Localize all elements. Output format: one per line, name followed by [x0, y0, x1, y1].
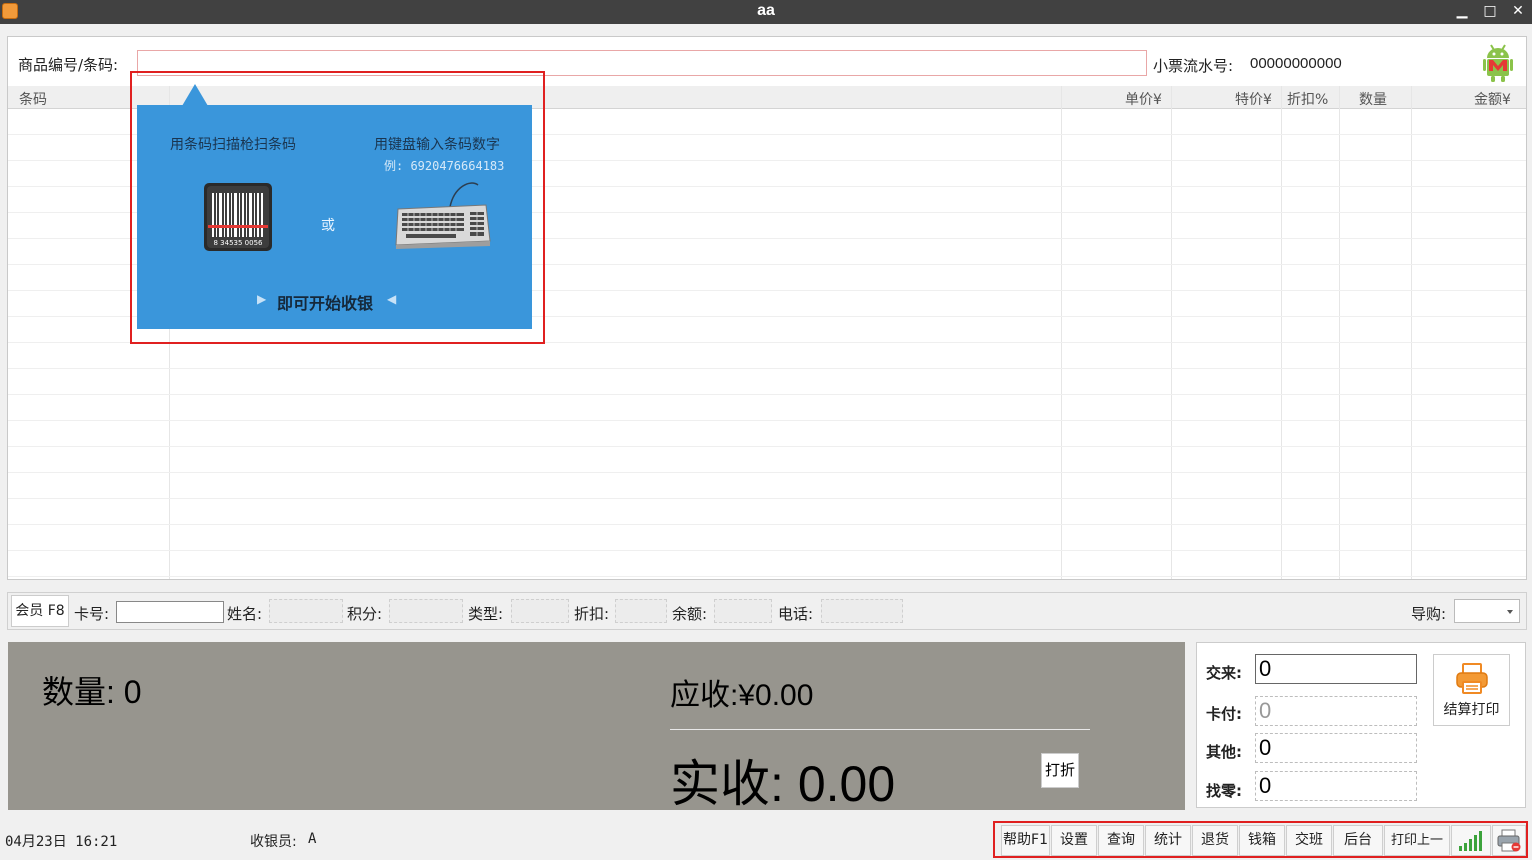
- sales-guide-select[interactable]: [1454, 599, 1520, 623]
- name-label: 姓名:: [227, 605, 263, 623]
- statistics-button[interactable]: 统计: [1145, 825, 1191, 856]
- printer-status-button[interactable]: [1492, 825, 1526, 856]
- change-label: 找零:: [1206, 782, 1242, 800]
- type-field: [511, 599, 569, 623]
- settle-print-button[interactable]: 结算打印: [1433, 654, 1510, 726]
- cashier-name: A: [308, 831, 317, 847]
- card-number-input[interactable]: [116, 601, 224, 623]
- quantity-display: 数量: 0: [42, 674, 142, 710]
- row-line: [8, 498, 1526, 499]
- type-label: 类型:: [468, 605, 504, 623]
- phone-field: [821, 599, 903, 623]
- phone-label: 电话:: [778, 605, 814, 623]
- tendered-input[interactable]: 0: [1255, 654, 1417, 684]
- signal-button[interactable]: [1451, 825, 1491, 856]
- totals-panel: 数量: 0 应收:¥0.00 实收: 0.00 打折: [8, 642, 1185, 812]
- change-field: 0: [1255, 771, 1417, 801]
- payment-panel: 交来: 0 卡付: 0 其他: 0 找零: 0 结算打印: [1196, 642, 1526, 808]
- row-line: [8, 524, 1526, 525]
- other-pay-field[interactable]: 0: [1255, 733, 1417, 763]
- function-toolbar: 帮助F1 设置 查询 统计 退货 钱箱 交班 后台 打印上一单: [993, 821, 1528, 858]
- card-number-label: 卡号:: [74, 605, 110, 623]
- cashier-label: 收银员:: [250, 834, 297, 850]
- points-label: 积分:: [347, 605, 383, 623]
- amount-received-value: 0.00: [797, 756, 896, 812]
- column-discount[interactable]: 折扣%: [1287, 89, 1328, 109]
- column-unit-price[interactable]: 单价¥: [1125, 89, 1162, 109]
- column-special-price[interactable]: 特价¥: [1235, 89, 1272, 109]
- row-line: [8, 446, 1526, 447]
- balance-field: [714, 599, 772, 623]
- column-barcode[interactable]: 条码: [19, 89, 47, 109]
- receipt-number-label: 小票流水号:: [1153, 57, 1234, 75]
- signal-bars-icon: [1459, 831, 1482, 851]
- row-line: [8, 368, 1526, 369]
- tendered-label: 交来:: [1206, 664, 1242, 682]
- balance-label: 余额:: [672, 605, 708, 623]
- amount-received-display: 实收: 0.00: [670, 756, 896, 812]
- row-line: [8, 472, 1526, 473]
- date-time: 04月23日 16:21: [5, 834, 118, 850]
- query-button[interactable]: 查询: [1098, 825, 1144, 856]
- settle-print-label: 结算打印: [1443, 702, 1500, 718]
- discount-button[interactable]: 打折: [1041, 753, 1079, 788]
- shift-change-button[interactable]: 交班: [1286, 825, 1332, 856]
- row-line: [8, 420, 1526, 421]
- reprint-last-button[interactable]: 打印上一单: [1384, 825, 1450, 856]
- column-quantity[interactable]: 数量: [1359, 89, 1387, 109]
- sales-guide-label: 导购:: [1411, 605, 1447, 623]
- cashbox-button[interactable]: 钱箱: [1239, 825, 1285, 856]
- title-bar: aa ▁ □ ✕: [0, 0, 1532, 24]
- close-button[interactable]: ✕: [1505, 0, 1531, 24]
- column-amount[interactable]: 金额¥: [1474, 89, 1511, 109]
- android-m-logo-icon: [1483, 44, 1513, 82]
- product-code-label: 商品编号/条码:: [18, 56, 119, 74]
- points-field: [389, 599, 463, 623]
- backend-button[interactable]: 后台: [1333, 825, 1383, 856]
- quantity-value: 0: [123, 674, 142, 710]
- printer-icon: [1456, 663, 1488, 694]
- name-field: [269, 599, 343, 623]
- settings-button[interactable]: 设置: [1051, 825, 1097, 856]
- help-button[interactable]: 帮助F1: [1001, 825, 1050, 856]
- minimize-button[interactable]: ▁: [1449, 0, 1475, 24]
- member-discount-label: 折扣:: [574, 605, 610, 623]
- row-line: [8, 576, 1526, 577]
- member-bar: 会员 F8 卡号: 姓名: 积分: 类型: 折扣: 余额: 电话: 导购:: [7, 592, 1527, 630]
- card-pay-label: 卡付:: [1206, 705, 1242, 723]
- row-line: [8, 550, 1526, 551]
- returns-button[interactable]: 退货: [1192, 825, 1238, 856]
- printer-status-icon: [1497, 829, 1521, 852]
- other-pay-label: 其他:: [1206, 743, 1242, 761]
- member-discount-field: [615, 599, 667, 623]
- totals-divider: [670, 729, 1090, 730]
- guide-highlight-frame: [130, 71, 545, 344]
- receipt-number: 00000000000: [1250, 55, 1342, 72]
- window-title: aa: [757, 2, 775, 19]
- amount-due-value: ¥0.00: [738, 679, 814, 712]
- card-pay-field: 0: [1255, 696, 1417, 726]
- row-line: [8, 394, 1526, 395]
- amount-due-display: 应收:¥0.00: [670, 679, 814, 712]
- maximize-button[interactable]: □: [1477, 0, 1503, 24]
- member-button[interactable]: 会员 F8: [11, 595, 69, 627]
